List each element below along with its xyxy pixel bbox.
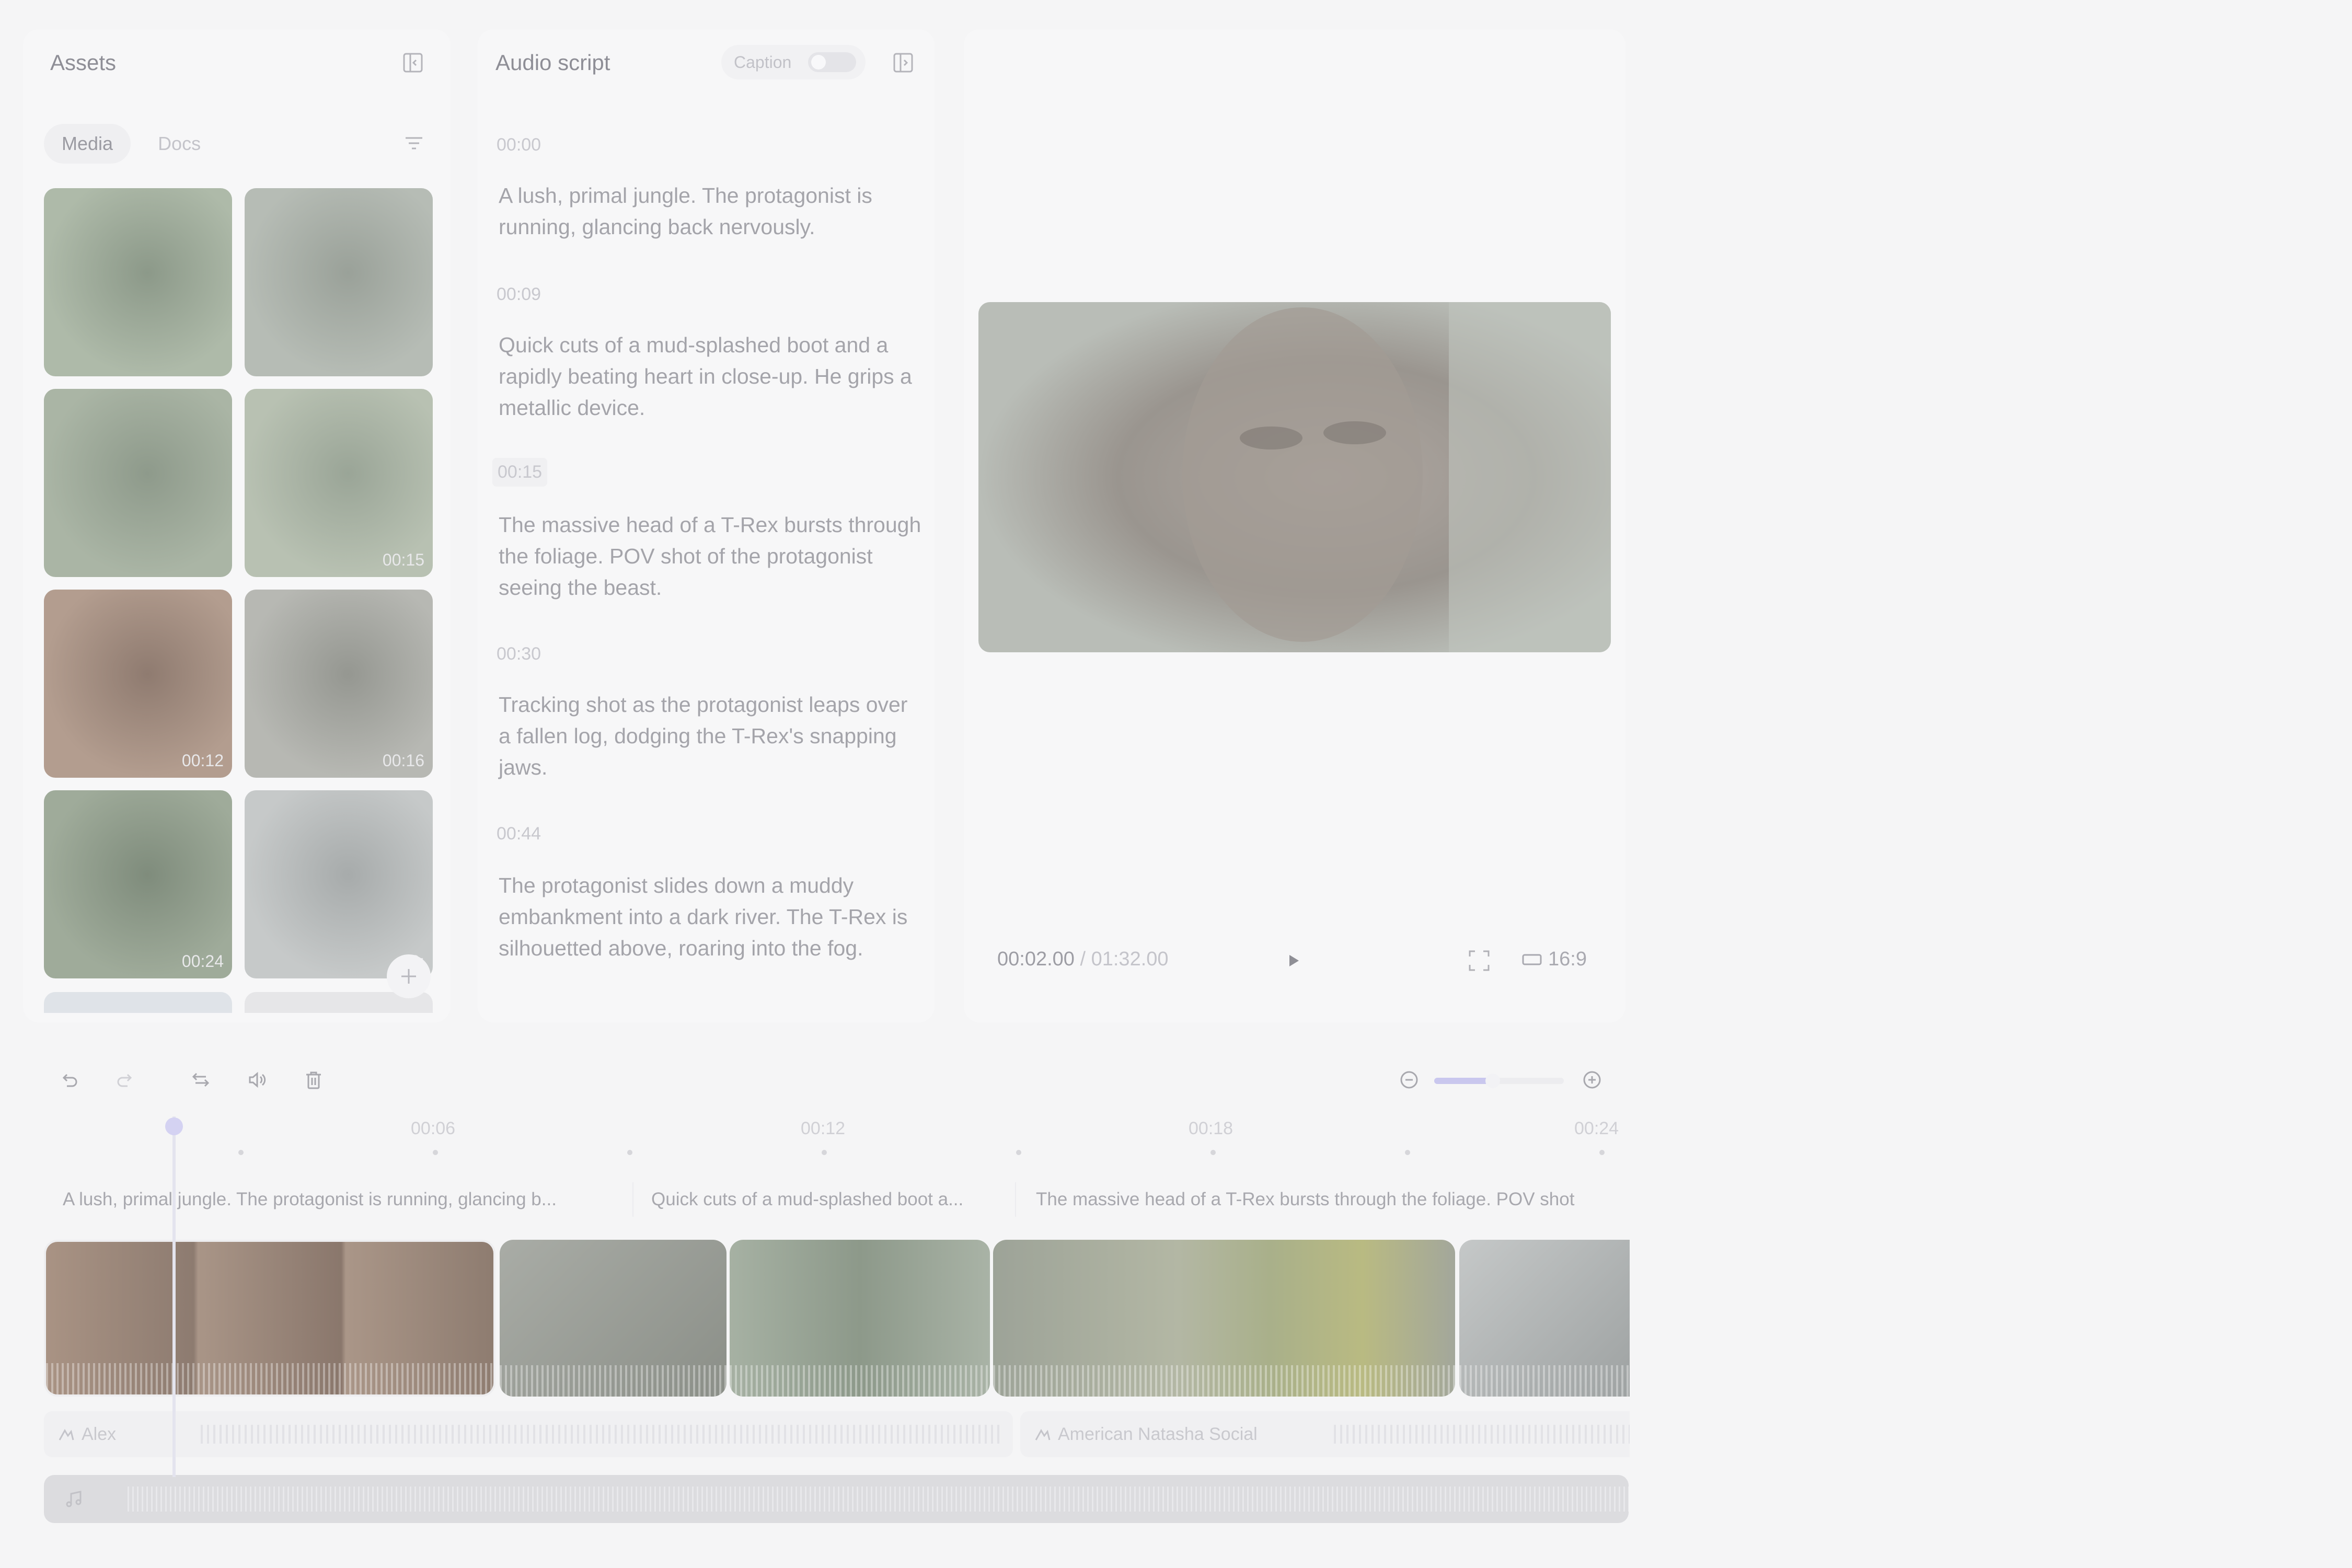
ruler-tick [1210, 1150, 1216, 1155]
media-thumbnail[interactable]: 00:24 [44, 790, 232, 978]
audio-script-title: Audio script [495, 50, 610, 75]
ruler-label: 00:12 [801, 1119, 846, 1138]
voice-icon [59, 1429, 74, 1440]
caption-label: Caption [734, 52, 792, 72]
media-duration: 00:15 [382, 550, 424, 569]
voice-track-label: American Natasha Social [1058, 1424, 1258, 1444]
ruler-tick [1599, 1150, 1605, 1155]
media-duration: 00:16 [382, 751, 424, 770]
caption-switch[interactable] [808, 52, 856, 72]
segment-text[interactable]: The massive head of a T-Rex bursts throu… [499, 509, 922, 603]
video-preview[interactable] [978, 302, 1611, 652]
media-thumbnail[interactable] [44, 188, 232, 376]
playhead-handle[interactable] [165, 1117, 183, 1135]
ruler-tick [1016, 1150, 1021, 1155]
playback-time: 00:02.00 / 01:32.00 [997, 948, 1169, 971]
partial-thumb-row [44, 992, 433, 1013]
zoom-in-icon[interactable] [1579, 1067, 1605, 1092]
caption-toggle[interactable]: Caption [721, 45, 866, 79]
voice-track[interactable]: Alex [44, 1411, 1013, 1457]
ruler-tick [433, 1150, 438, 1155]
segment-time[interactable]: 00:30 [497, 641, 541, 667]
media-thumbnail[interactable]: 00:12 [44, 590, 232, 778]
media-thumbnail[interactable]: 00: [245, 790, 433, 978]
playhead[interactable] [172, 1116, 176, 1477]
filter-icon[interactable] [401, 131, 426, 156]
segment-time[interactable]: 00:00 [497, 132, 541, 158]
tab-docs[interactable]: Docs [140, 124, 218, 164]
segment-time[interactable]: 00:09 [497, 281, 541, 308]
media-duration: 00:24 [181, 952, 224, 971]
aspect-ratio-label: 16:9 [1548, 948, 1587, 970]
segment-text[interactable]: Quick cuts of a mud-splashed boot and a … [499, 329, 922, 423]
ruler-tick [238, 1150, 244, 1155]
segment-time[interactable]: 00:15 [492, 458, 548, 487]
media-thumbnail[interactable] [245, 188, 433, 376]
segment-text[interactable]: The protagonist slides down a muddy emba… [499, 870, 922, 964]
play-button[interactable] [1264, 942, 1322, 979]
media-thumbnail[interactable]: 00:15 [245, 389, 433, 577]
fullscreen-icon[interactable] [1467, 948, 1492, 973]
segment-text[interactable]: Tracking shot as the protagonist leaps o… [499, 689, 922, 783]
voice-track[interactable]: American Natasha Social [1020, 1411, 1630, 1457]
collapse-script-icon[interactable] [891, 50, 916, 75]
assets-title: Assets [50, 50, 117, 75]
time-separator: / [1080, 948, 1086, 970]
ruler-label: 00:24 [1574, 1119, 1619, 1138]
video-clip[interactable] [1459, 1240, 1630, 1397]
add-media-button[interactable] [387, 954, 431, 998]
volume-icon[interactable] [245, 1067, 270, 1092]
voice-track-label: Alex [82, 1424, 117, 1444]
video-clip[interactable] [500, 1240, 727, 1397]
video-clip[interactable] [730, 1240, 990, 1397]
total-time: 01:32.00 [1091, 948, 1169, 970]
ruler-tick [627, 1150, 632, 1155]
ruler-label: 00:18 [1189, 1119, 1233, 1138]
tab-media[interactable]: Media [44, 124, 131, 164]
delete-icon[interactable] [301, 1067, 326, 1092]
media-thumbnail[interactable] [44, 389, 232, 577]
music-track[interactable] [44, 1475, 1629, 1523]
voice-icon [1035, 1429, 1051, 1440]
current-time: 00:02.00 [997, 948, 1075, 970]
zoom-slider-handle[interactable] [1485, 1074, 1500, 1088]
aspect-ratio-selector[interactable]: 16:9 [1522, 948, 1587, 971]
undo-icon[interactable] [56, 1067, 82, 1092]
collapse-panel-icon[interactable] [400, 50, 425, 75]
media-duration: 00:12 [181, 751, 224, 770]
segment-time[interactable]: 00:44 [497, 821, 541, 847]
media-thumbnail[interactable]: 00:16 [245, 590, 433, 778]
caption-clip[interactable]: Quick cuts of a mud-splashed boot a... [636, 1182, 1016, 1217]
ruler-tick [822, 1150, 827, 1155]
music-icon [65, 1491, 84, 1507]
video-clip[interactable] [44, 1240, 495, 1397]
ruler-tick [1405, 1150, 1410, 1155]
zoom-out-icon[interactable] [1397, 1067, 1422, 1092]
zoom-slider[interactable] [1434, 1074, 1564, 1088]
caption-clip[interactable]: A lush, primal jungle. The protagonist i… [47, 1182, 633, 1217]
redo-icon[interactable] [113, 1067, 138, 1092]
media-grid: 00:15 00:12 00:16 00:24 00: [44, 188, 451, 978]
zoom-slider-fill [1434, 1078, 1493, 1084]
caption-clip[interactable]: The massive head of a T-Rex bursts throu… [1020, 1182, 1630, 1217]
video-clip[interactable] [993, 1240, 1455, 1397]
ruler-label: 00:06 [411, 1119, 456, 1138]
replace-icon[interactable] [188, 1067, 213, 1092]
segment-text[interactable]: A lush, primal jungle. The protagonist i… [499, 180, 922, 243]
